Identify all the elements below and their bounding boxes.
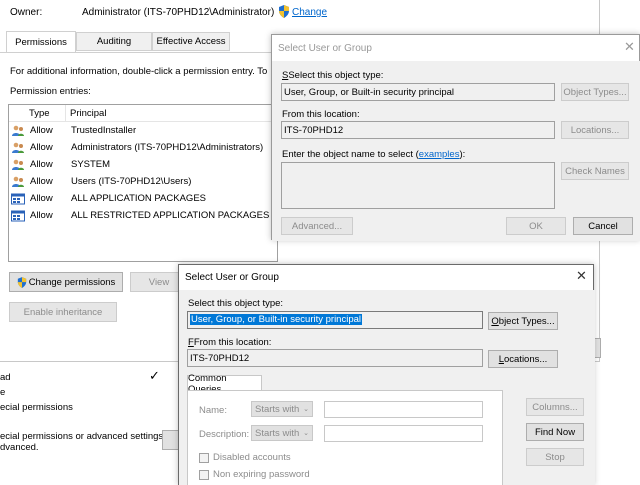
stop-button[interactable]: Stop <box>526 448 584 466</box>
shield-icon <box>17 276 27 288</box>
entry-principal: Administrators (ITS-70PHD12\Administrato… <box>71 142 264 153</box>
dialog2-locations-button[interactable]: Locations... <box>488 350 558 368</box>
tab-effective-access[interactable]: Effective Access <box>152 32 230 51</box>
list-header: Type Principal <box>9 105 277 122</box>
dialog1-examples-link[interactable]: examples <box>419 149 460 160</box>
tab-common-queries[interactable]: Common Queries <box>187 373 262 395</box>
change-permissions-button[interactable]: Change permissions <box>9 272 123 292</box>
dialog1-location-field: ITS-70PHD12 <box>281 121 555 139</box>
checkmark-icon: ✓ <box>149 368 160 383</box>
user-group-icon <box>11 125 25 137</box>
table-row[interactable]: Allow ALL RESTRICTED APPLICATION PACKAGES <box>11 207 269 224</box>
entry-principal: SYSTEM <box>71 159 111 170</box>
name-label: Name: <box>199 405 227 416</box>
entry-type: Allow <box>30 159 53 170</box>
dialog1-object-types-button[interactable]: Object Types... <box>561 83 629 101</box>
entry-type: Allow <box>30 176 53 187</box>
bg-text-4: ecial permissions or advanced settings, <box>0 431 166 442</box>
bg-text-2: e <box>0 387 6 398</box>
app-package-icon <box>11 193 25 205</box>
entry-principal: ALL RESTRICTED APPLICATION PACKAGES <box>71 210 270 221</box>
columns-button[interactable]: Columns... <box>526 398 584 416</box>
permission-entries-list[interactable]: Type Principal Allow TrustedInstaller Allo… <box>8 104 278 262</box>
entry-type: Allow <box>30 210 53 221</box>
entry-principal: ALL APPLICATION PACKAGES <box>71 193 206 204</box>
dialog2-title: Select User or Group <box>185 272 279 283</box>
non-expiring-password-checkbox[interactable] <box>199 470 209 480</box>
common-queries-panel: Name: Starts with ⌄ Description: Starts w… <box>187 390 503 485</box>
background-permissions-panel: ad ✓ e ecial permissions ecial permissio… <box>0 362 200 485</box>
owner-label: Owner: <box>10 7 43 18</box>
dialog1-close-icon[interactable]: ✕ <box>624 39 635 55</box>
dialog1-locations-button[interactable]: Locations... <box>561 121 629 139</box>
name-mode-select[interactable]: Starts with ⌄ <box>251 401 313 417</box>
dialog1-object-type-label: SSelect this object type: <box>282 70 384 81</box>
table-row[interactable]: Allow ALL APPLICATION PACKAGES <box>11 190 206 207</box>
dialog1-location-label: From this location: <box>282 109 360 120</box>
entry-type: Allow <box>30 142 53 153</box>
tab-permissions[interactable]: Permissions <box>6 31 76 53</box>
table-row[interactable]: Allow Users (ITS-70PHD12\Users) <box>11 173 191 190</box>
dialog1-ok-button[interactable]: OK <box>506 217 566 235</box>
table-row[interactable]: Allow TrustedInstaller <box>11 122 136 139</box>
find-now-button[interactable]: Find Now <box>526 423 584 441</box>
dialog2-close-icon[interactable]: ✕ <box>576 268 587 284</box>
app-package-icon <box>11 210 25 222</box>
name-query-input[interactable] <box>324 401 483 418</box>
dialog2-location-field: ITS-70PHD12 <box>187 349 483 367</box>
dialog1-cancel-button[interactable]: Cancel <box>573 217 633 235</box>
bg-text-1: ad <box>0 372 11 383</box>
description-label: Description: <box>199 429 250 440</box>
dialog2-location-label: FFrom this location: <box>188 337 272 348</box>
chevron-down-icon: ⌄ <box>303 430 309 437</box>
description-query-input[interactable] <box>324 425 483 442</box>
dialog1-advanced-button[interactable]: Advanced... <box>281 217 353 235</box>
change-owner-link[interactable]: Change <box>292 7 327 18</box>
owner-value: Administrator (ITS-70PHD12\Administrator… <box>82 7 275 18</box>
bg-text-5: dvanced. <box>0 442 39 453</box>
dialog1-object-type-field: User, Group, or Built-in security princi… <box>281 83 555 101</box>
entry-type: Allow <box>30 125 53 136</box>
enable-inheritance-button[interactable]: Enable inheritance <box>9 302 117 322</box>
dialog2-object-types-button[interactable]: Object Types... <box>488 312 558 330</box>
entry-type: Allow <box>30 193 53 204</box>
description-mode-select[interactable]: Starts with ⌄ <box>251 425 313 441</box>
table-row[interactable]: Allow SYSTEM <box>11 156 110 173</box>
dialog2-object-type-label: Select this object type: <box>188 298 284 309</box>
permission-entries-label: Permission entries: <box>10 86 91 97</box>
table-row[interactable]: Allow Administrators (ITS-70PHD12\Adminis… <box>11 139 263 156</box>
non-expiring-password-label: Non expiring password <box>213 469 310 480</box>
select-user-dialog-active: Select User or Group ✕ Select this objec… <box>178 264 595 485</box>
user-group-icon <box>11 159 25 171</box>
bg-text-3: ecial permissions <box>0 402 73 413</box>
disabled-accounts-checkbox[interactable] <box>199 453 209 463</box>
entry-principal: Users (ITS-70PHD12\Users) <box>71 176 192 187</box>
column-type[interactable]: Type <box>29 108 50 119</box>
dialog1-enter-name-label: Enter the object name to select (example… <box>282 149 466 160</box>
dialog1-title: Select User or Group <box>278 43 372 54</box>
dialog2-object-type-field: User, Group, or Built-in security princi… <box>187 311 483 329</box>
select-user-dialog-back: Select User or Group ✕ SSelect this obje… <box>271 34 640 241</box>
user-group-icon <box>11 142 25 154</box>
uac-shield-icon <box>278 5 290 21</box>
info-text: For additional information, double-click… <box>10 66 268 77</box>
column-principal[interactable]: Principal <box>70 108 106 119</box>
chevron-down-icon: ⌄ <box>303 406 309 413</box>
disabled-accounts-label: Disabled accounts <box>213 452 291 463</box>
entry-principal: TrustedInstaller <box>71 125 137 136</box>
user-group-icon <box>11 176 25 188</box>
dialog1-object-name-input[interactable] <box>281 162 555 209</box>
dialog1-check-names-button[interactable]: Check Names <box>561 162 629 180</box>
tab-auditing[interactable]: Auditing <box>76 32 152 51</box>
